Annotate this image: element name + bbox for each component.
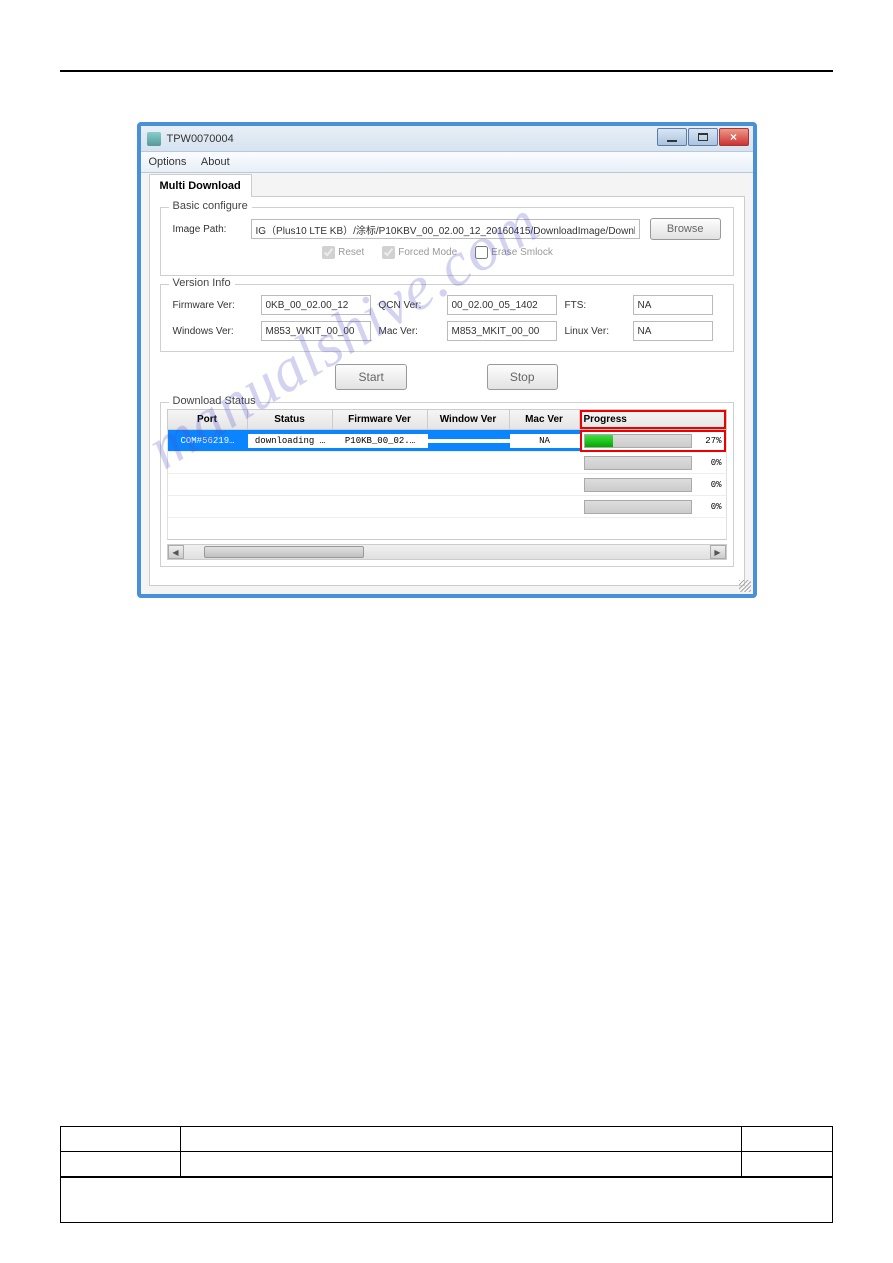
progress-text: 27% — [696, 436, 722, 446]
cell-status: downloading … — [248, 434, 333, 448]
table-row[interactable]: 0% — [167, 474, 727, 496]
progress-text: 0% — [696, 502, 722, 512]
maximize-button[interactable] — [688, 128, 718, 146]
stop-button[interactable]: Stop — [487, 364, 558, 390]
qcn-ver-input[interactable] — [447, 295, 557, 315]
start-button[interactable]: Start — [335, 364, 406, 390]
app-window: TPW0070004 × Options About Multi Downloa… — [137, 122, 757, 598]
windows-ver-label: Windows Ver: — [173, 326, 253, 337]
firmware-ver-input[interactable] — [261, 295, 371, 315]
tab-strip: Multi Download — [149, 173, 745, 197]
col-port[interactable]: Port — [168, 410, 248, 429]
basic-legend: Basic configure — [169, 200, 252, 212]
image-path-input[interactable] — [251, 219, 640, 239]
windows-ver-input[interactable] — [261, 321, 371, 341]
scroll-left-arrow[interactable]: ◀ — [168, 545, 184, 559]
col-progress[interactable]: Progress — [580, 410, 726, 429]
progress-bar — [584, 478, 692, 492]
qcn-ver-label: QCN Ver: — [379, 300, 439, 311]
progress-text: 0% — [696, 458, 722, 468]
mac-ver-input[interactable] — [447, 321, 557, 341]
table-header: Port Status Firmware Ver Window Ver Mac … — [167, 409, 727, 430]
menu-bar: Options About — [141, 152, 753, 173]
titlebar[interactable]: TPW0070004 × — [141, 126, 753, 152]
tab-multi-download[interactable]: Multi Download — [149, 174, 252, 197]
fts-input[interactable] — [633, 295, 713, 315]
app-icon — [147, 132, 161, 146]
progress-text: 0% — [696, 480, 722, 490]
browse-button[interactable]: Browse — [650, 218, 721, 240]
page-footer — [60, 1126, 833, 1223]
table-row[interactable]: COM#56219… downloading … P10KB_00_02.… N… — [167, 430, 727, 452]
progress-bar — [584, 500, 692, 514]
table-row[interactable]: 0% — [167, 452, 727, 474]
window-title: TPW0070004 — [167, 133, 234, 145]
download-status-group: Download Status Port Status Firmware Ver… — [160, 402, 734, 567]
cell-window — [428, 439, 510, 443]
basic-configure-group: Basic configure Image Path: Browse Reset… — [160, 207, 734, 276]
resize-grip-icon[interactable] — [739, 580, 751, 592]
firmware-ver-label: Firmware Ver: — [173, 300, 253, 311]
col-mac[interactable]: Mac Ver — [510, 410, 580, 429]
linux-ver-input[interactable] — [633, 321, 713, 341]
linux-ver-label: Linux Ver: — [565, 326, 625, 337]
page-divider — [60, 70, 833, 72]
download-legend: Download Status — [169, 395, 260, 407]
erase-smlock-checkbox[interactable]: Erase Smlock — [475, 246, 553, 259]
fts-label: FTS: — [565, 300, 625, 311]
cell-port: COM#56219… — [168, 434, 248, 448]
table-row[interactable] — [167, 518, 727, 540]
cell-firmware: P10KB_00_02.… — [333, 434, 428, 448]
col-status[interactable]: Status — [248, 410, 333, 429]
menu-about[interactable]: About — [201, 156, 230, 168]
close-button[interactable]: × — [719, 128, 749, 146]
version-legend: Version Info — [169, 277, 235, 289]
version-info-group: Version Info Firmware Ver: QCN Ver: FTS:… — [160, 284, 734, 352]
progress-bar — [584, 456, 692, 470]
image-path-label: Image Path: — [173, 224, 251, 235]
cell-mac: NA — [510, 434, 580, 448]
table-row[interactable]: 0% — [167, 496, 727, 518]
minimize-button[interactable] — [657, 128, 687, 146]
col-firmware[interactable]: Firmware Ver — [333, 410, 428, 429]
forced-mode-checkbox[interactable]: Forced Mode — [382, 246, 457, 259]
menu-options[interactable]: Options — [149, 156, 187, 168]
progress-bar — [584, 434, 692, 448]
horizontal-scrollbar[interactable]: ◀ ▶ — [167, 544, 727, 560]
scroll-right-arrow[interactable]: ▶ — [710, 545, 726, 559]
reset-checkbox[interactable]: Reset — [322, 246, 364, 259]
mac-ver-label: Mac Ver: — [379, 326, 439, 337]
scroll-thumb[interactable] — [204, 546, 364, 558]
col-window[interactable]: Window Ver — [428, 410, 510, 429]
